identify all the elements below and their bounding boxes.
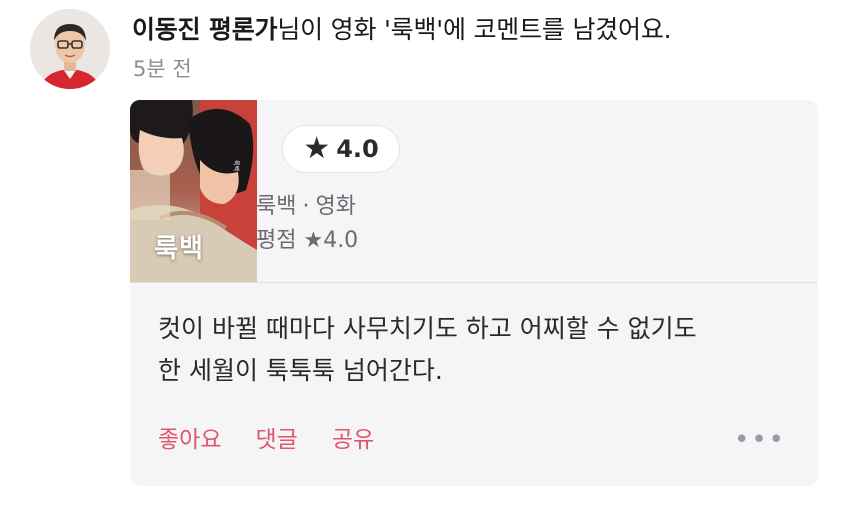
divider <box>130 282 818 283</box>
activity-text: 님이 영화 '룩백'에 코멘트를 남겼어요. <box>277 15 672 44</box>
movie-rating-line: 평점 ★4.0 <box>256 228 359 253</box>
comment-card[interactable]: 룩백 룩백 ★ 4.0 룩백 · 영화 평점 ★4.0 컷이 바뀔 때마다 사무치기… <box>130 100 818 486</box>
like-button[interactable]: 좋아요 <box>158 422 221 458</box>
more-options-icon[interactable]: ••• <box>734 422 786 458</box>
share-button[interactable]: 공유 <box>332 422 374 458</box>
user-avatar-icon <box>30 9 110 89</box>
movie-poster[interactable]: 룩백 룩백 <box>130 100 257 282</box>
rating-value: 4.0 <box>336 135 379 163</box>
svg-text:룩백: 룩백 <box>232 160 240 171</box>
activity-headline: 이동진 평론가님이 영화 '룩백'에 코멘트를 남겼어요. <box>132 10 832 50</box>
movie-title-line[interactable]: 룩백 · 영화 <box>256 190 358 224</box>
poster-title: 룩백 <box>154 234 204 264</box>
timestamp: 5분 전 <box>133 57 192 81</box>
movie-title: 룩백 <box>256 194 297 219</box>
movie-category: 영화 <box>315 194 356 219</box>
comment-text: 컷이 바뀔 때마다 사무치기도 하고 어찌할 수 없기도 한 세월이 툭툭툭 넘… <box>158 308 798 392</box>
comment-button[interactable]: 댓글 <box>255 422 297 458</box>
rating-chip[interactable]: ★ 4.0 <box>282 125 400 173</box>
comment-line: 컷이 바뀔 때마다 사무치기도 하고 어찌할 수 없기도 <box>158 314 697 343</box>
star-icon: ★ <box>303 131 331 166</box>
comment-line: 한 세월이 툭툭툭 넘어간다. <box>158 356 443 385</box>
movie-meta: 룩백 · 영화 평점 ★4.0 <box>256 190 358 258</box>
action-bar: 좋아요 댓글 공유 <box>158 422 374 458</box>
meta-separator: · <box>302 194 310 219</box>
user-name-link[interactable]: 이동진 평론가 <box>132 15 278 44</box>
avatar[interactable] <box>30 9 110 89</box>
